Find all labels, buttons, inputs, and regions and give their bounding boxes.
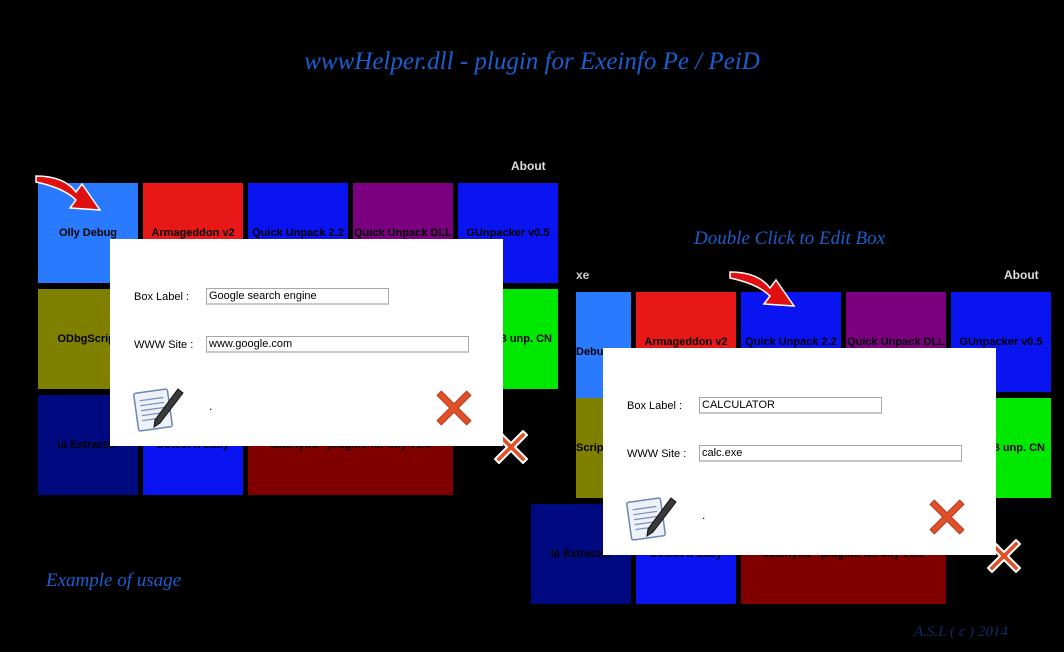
box-label-label: Box Label : <box>134 291 190 303</box>
tile-label: 3 unp. CN <box>500 333 552 345</box>
caption-example: Example of usage <box>46 570 182 591</box>
tile-label: GUnpacker v0.5 <box>466 227 550 239</box>
dialog-close-icon[interactable] <box>434 389 474 427</box>
tile-label: Quick Unpack 2.2 <box>252 227 344 239</box>
tile-label: GUnpacker v0.5 <box>959 336 1043 348</box>
tile-label: 3 unp. CN <box>993 442 1045 454</box>
status-dot: . <box>209 399 213 413</box>
www-site-label: WWW Site : <box>627 448 687 460</box>
pointer-arrow-icon <box>35 175 102 211</box>
tile-label: Quick Unpack DLL <box>354 227 452 239</box>
tile-label: Olly Debug <box>58 227 118 239</box>
window-title-fragment: xe <box>576 268 590 282</box>
edit-box-dialog: Box Label : WWW Site : . <box>110 239 503 446</box>
tile-label: Armageddon v2 <box>151 227 235 239</box>
www-site-input[interactable] <box>206 336 469 353</box>
box-label-label: Box Label : <box>627 400 683 412</box>
tile-label: Armageddon v2 <box>644 336 728 348</box>
about-link[interactable]: About <box>1004 268 1039 282</box>
status-dot: . <box>702 508 706 522</box>
box-label-input[interactable] <box>206 288 389 305</box>
tile-label: Quick Unpack DLL <box>847 336 945 348</box>
pointer-arrow-icon <box>729 271 796 307</box>
box-label-input[interactable] <box>699 397 882 414</box>
www-site-input[interactable] <box>699 445 962 462</box>
tile-label: Scrip <box>576 442 604 454</box>
tile-label: Quick Unpack 2.2 <box>745 336 837 348</box>
page-title: wwwHelper.dll - plugin for Exeinfo Pe / … <box>304 48 760 75</box>
notepad-save-icon[interactable] <box>132 383 186 433</box>
about-link[interactable]: About <box>511 159 546 173</box>
edit-box-dialog: Box Label : WWW Site : . <box>603 348 996 555</box>
credit-text: A.S.L ( c ) 2014 <box>914 624 1008 640</box>
notepad-save-icon[interactable] <box>625 492 679 542</box>
caption-double-click: Double Click to Edit Box <box>694 228 886 249</box>
www-site-label: WWW Site : <box>134 339 194 351</box>
dialog-close-icon[interactable] <box>927 498 967 536</box>
